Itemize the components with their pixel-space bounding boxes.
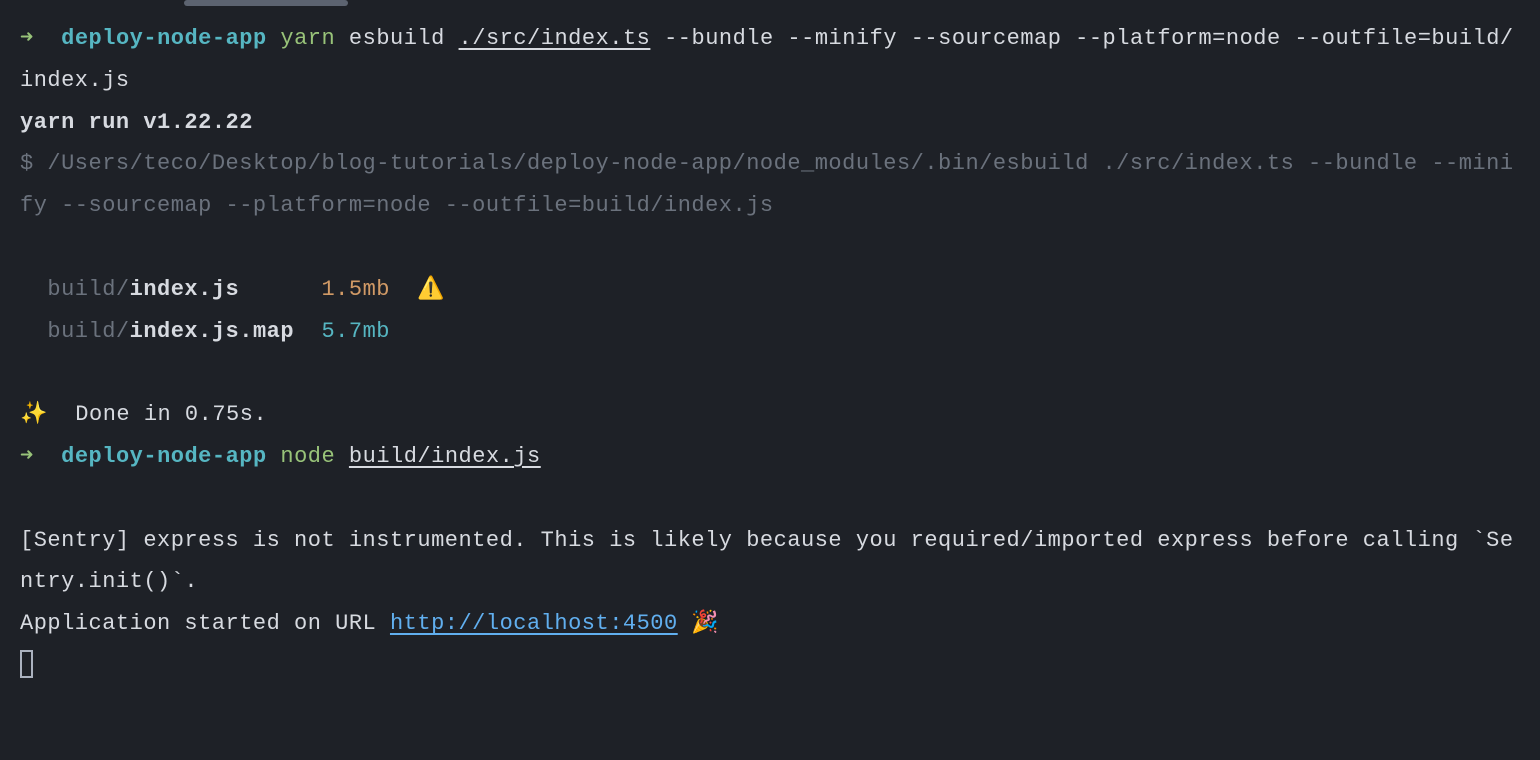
blank-line-1 [20,227,1520,269]
sentry-warning-line: [Sentry] express is not instrumented. Th… [20,520,1520,604]
done-line: ✨ Done in 0.75s. [20,394,1520,436]
top-scroll-indicator [184,0,348,6]
terminal-cursor[interactable] [20,650,33,678]
prompt-arrow: ➜ [20,26,34,51]
sentry-warning-text: [Sentry] express is not instrumented. Th… [20,528,1514,595]
command-line-2: ➜ deploy-node-app node build/index.js [20,436,1520,478]
build-file-1: index.js [130,277,240,302]
yarn-run-version: yarn run v1.22.22 [20,110,253,135]
party-emoji-icon: 🎉 [678,611,720,636]
build-output-1: build/index.js 1.5mb ⚠️ [20,269,1520,311]
build-file-2: index.js.map [130,319,294,344]
build-prefix-2: build/ [20,319,130,344]
command-line-1: ➜ deploy-node-app yarn esbuild ./src/ind… [20,18,1520,102]
directory-name-2: deploy-node-app [61,444,267,469]
command-node: node [280,444,335,469]
exec-full-path: /Users/teco/Desktop/blog-tutorials/deplo… [20,151,1514,218]
cursor-line[interactable] [20,645,1520,687]
build-prefix-1: build/ [20,277,130,302]
directory-name: deploy-node-app [61,26,267,51]
exec-path-line: $ /Users/teco/Desktop/blog-tutorials/dep… [20,143,1520,227]
app-started-prefix: Application started on URL [20,611,390,636]
blank-line-3 [20,478,1520,520]
build-output-2: build/index.js.map 5.7mb [20,311,1520,353]
app-started-line: Application started on URL http://localh… [20,603,1520,645]
node-arg: build/index.js [349,444,541,469]
blank-line-2 [20,352,1520,394]
yarn-version-line: yarn run v1.22.22 [20,102,1520,144]
command-tool: esbuild [349,26,445,51]
warning-icon: ⚠️ [390,277,445,302]
build-size-2: 5.7mb [321,319,390,344]
done-text: Done in 0.75s. [48,402,267,427]
app-url-link[interactable]: http://localhost:4500 [390,611,678,636]
entry-file: ./src/index.ts [459,26,651,51]
command-yarn: yarn [280,26,335,51]
prompt-arrow-2: ➜ [20,444,34,469]
dollar-prefix: $ [20,151,47,176]
sparkle-icon: ✨ [20,402,48,427]
build-size-1: 1.5mb [321,277,390,302]
